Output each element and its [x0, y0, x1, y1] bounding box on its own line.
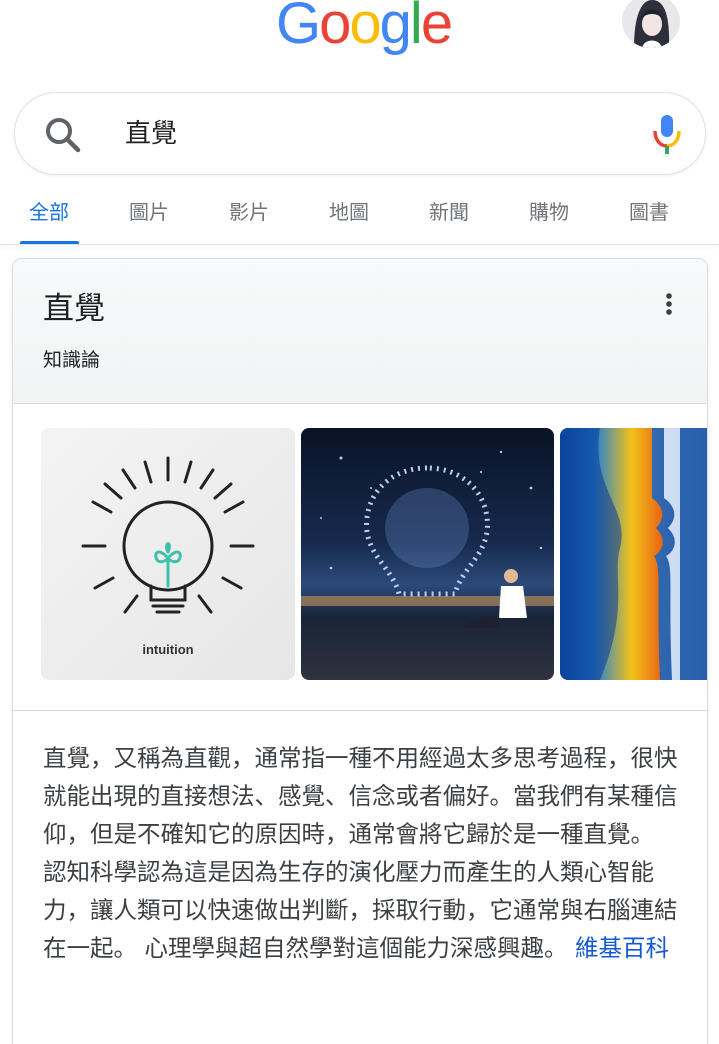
google-logo[interactable]: Google	[276, 0, 453, 56]
knowledge-panel-header: 直覺 知識論	[13, 259, 707, 404]
tab-books[interactable]: 圖書	[629, 198, 669, 226]
lightbulb-sketch-image[interactable]: intuition	[41, 428, 295, 680]
panel-title: 直覺	[43, 291, 105, 327]
tab-maps[interactable]: 地圖	[329, 198, 369, 226]
tab-news[interactable]: 新聞	[429, 198, 469, 226]
tab-videos[interactable]: 影片	[229, 198, 269, 226]
wikipedia-link[interactable]: 維基百科	[575, 934, 669, 962]
logo-letter: o	[319, 0, 351, 56]
logo-letter: l	[409, 0, 423, 56]
panel-description: 直覺，又稱為直觀，通常指一種不用經過太多思考過程，很快就能出現的直接想法、感覺、…	[43, 739, 683, 967]
knowledge-panel: 直覺 知識論 intuition 直覺，又稱為直觀，通常指一種不用經過太多思考過…	[12, 258, 708, 1044]
mic-icon[interactable]	[651, 113, 683, 157]
tab-shopping[interactable]: 購物	[529, 198, 569, 226]
more-vert-icon[interactable]	[657, 289, 681, 321]
logo-letter: g	[379, 0, 412, 56]
tab-all[interactable]: 全部	[29, 198, 69, 226]
logo-letter: G	[276, 0, 321, 56]
logo-letter: e	[420, 0, 453, 56]
tab-images[interactable]: 圖片	[129, 198, 169, 226]
user-avatar-icon[interactable]	[622, 0, 680, 48]
face-silhouettes-image[interactable]	[560, 428, 707, 680]
divider	[0, 244, 719, 245]
search-tabs: 全部 圖片 影片 地圖 新聞 購物 圖書	[0, 186, 719, 244]
search-box[interactable]: 直覺	[14, 92, 706, 175]
logo-letter: o	[349, 0, 381, 56]
header: Google	[0, 0, 719, 80]
description-text: 直覺，又稱為直觀，通常指一種不用經過太多思考過程，很快就能出現的直接想法、感覺、…	[43, 744, 678, 962]
galaxy-lightbulb-image[interactable]	[301, 428, 554, 680]
search-icon[interactable]	[43, 115, 83, 155]
image-carousel[interactable]: intuition	[13, 405, 707, 711]
image-caption: intuition	[142, 642, 194, 657]
panel-subtitle: 知識論	[43, 349, 101, 371]
search-input[interactable]: 直覺	[125, 115, 177, 153]
